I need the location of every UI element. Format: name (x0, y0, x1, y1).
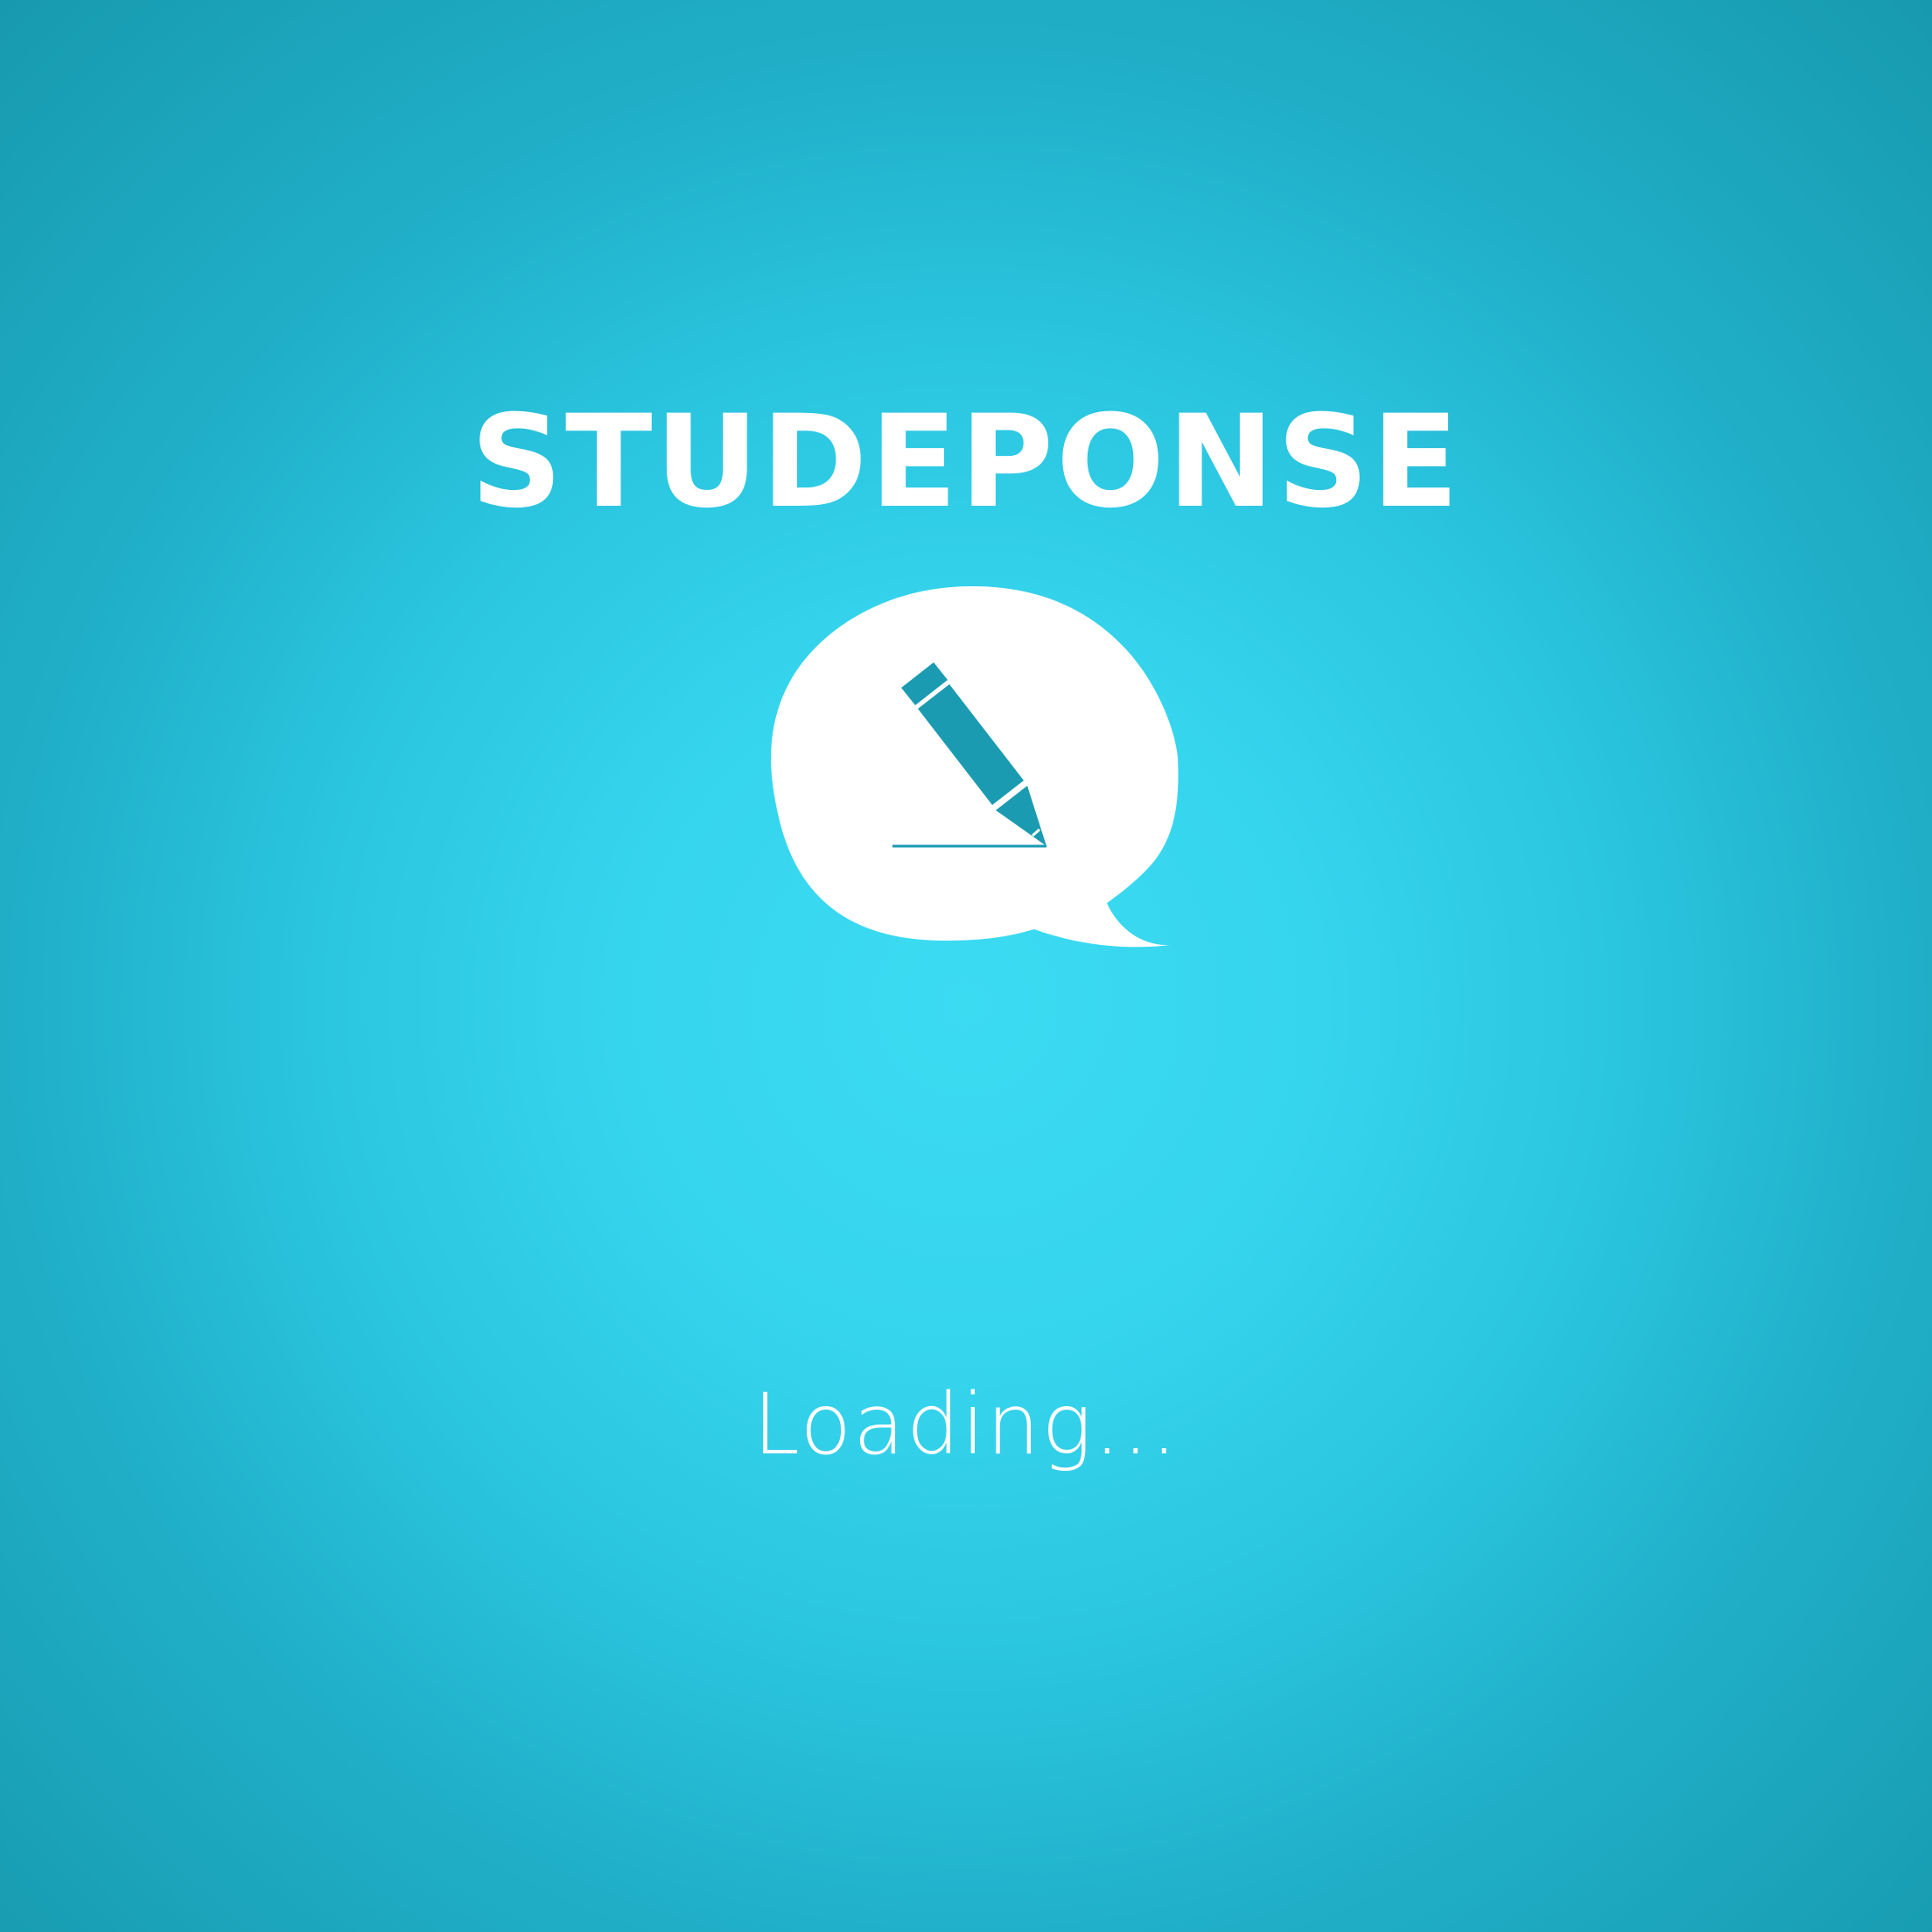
app-title: STUDEPONSE (470, 388, 1462, 536)
speech-bubble-pencil-icon (771, 586, 1179, 948)
loading-text: Loading... (752, 1376, 1180, 1474)
